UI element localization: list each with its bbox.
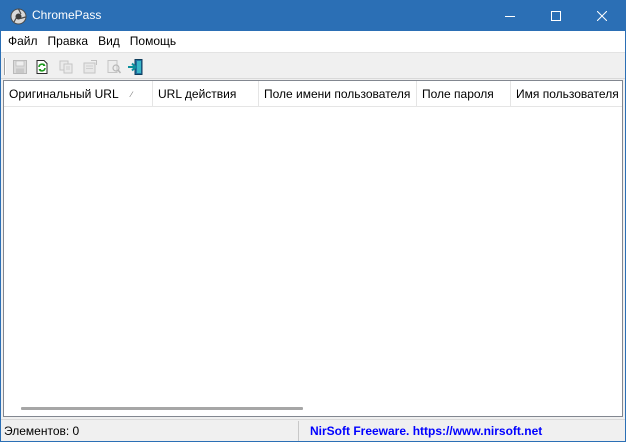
title-bar[interactable]: ChromePass xyxy=(1,1,625,31)
column-label: Имя пользователя xyxy=(516,87,619,101)
chromepass-app-icon[interactable] xyxy=(10,8,27,25)
close-icon xyxy=(597,11,607,21)
column-header-username-field[interactable]: Поле имени пользователя xyxy=(259,81,417,107)
scrollbar-thumb[interactable] xyxy=(21,407,303,410)
refresh-icon xyxy=(36,59,48,74)
column-header-action-url[interactable]: URL действия xyxy=(153,81,259,107)
copy-icon xyxy=(59,60,73,73)
find-icon xyxy=(107,59,122,74)
column-label: Поле имени пользователя xyxy=(264,87,411,101)
window-title: ChromePass xyxy=(32,8,102,22)
maximize-icon xyxy=(551,11,561,21)
items-count: Элементов: 0 xyxy=(1,421,299,441)
properties-button[interactable] xyxy=(80,57,100,76)
toolbar xyxy=(1,52,625,79)
column-header-password-field[interactable]: Поле пароля xyxy=(417,81,511,107)
minimize-button[interactable] xyxy=(487,1,533,31)
find-button[interactable] xyxy=(104,57,124,76)
toolbar-grip[interactable] xyxy=(4,58,6,75)
copy-button[interactable] xyxy=(56,57,76,76)
nirsoft-link[interactable]: NirSoft Freeware. https://www.nirsoft.ne… xyxy=(301,421,623,441)
minimize-icon xyxy=(505,16,515,17)
app-window: ChromePass Файл Правка Вид Помощь Оригин… xyxy=(0,0,626,442)
menu-view[interactable]: Вид xyxy=(93,32,125,51)
column-header-original-url[interactable]: Оригинальный URL ∕ xyxy=(4,81,153,107)
sort-ascending-icon: ∕ xyxy=(131,90,133,99)
column-label: Поле пароля xyxy=(422,87,494,101)
column-header-username[interactable]: Имя пользователя xyxy=(511,81,622,107)
close-button[interactable] xyxy=(579,1,625,31)
exit-icon xyxy=(128,58,143,75)
menu-bar: Файл Правка Вид Помощь xyxy=(1,31,625,52)
list-header: Оригинальный URL ∕ URL действия Поле име… xyxy=(4,81,622,107)
exit-button[interactable] xyxy=(126,57,146,76)
column-label: Оригинальный URL xyxy=(9,87,119,101)
menu-help[interactable]: Помощь xyxy=(125,32,181,51)
properties-icon xyxy=(83,59,97,73)
passwords-list[interactable]: Оригинальный URL ∕ URL действия Поле име… xyxy=(3,80,623,417)
status-bar: Элементов: 0 NirSoft Freeware. https://w… xyxy=(1,419,625,441)
menu-file[interactable]: Файл xyxy=(3,32,43,51)
menu-edit[interactable]: Правка xyxy=(43,32,94,51)
save-icon xyxy=(13,59,27,74)
maximize-button[interactable] xyxy=(533,1,579,31)
refresh-button[interactable] xyxy=(32,57,52,76)
horizontal-scrollbar[interactable] xyxy=(4,400,622,416)
save-button[interactable] xyxy=(10,57,30,76)
column-label: URL действия xyxy=(158,87,237,101)
